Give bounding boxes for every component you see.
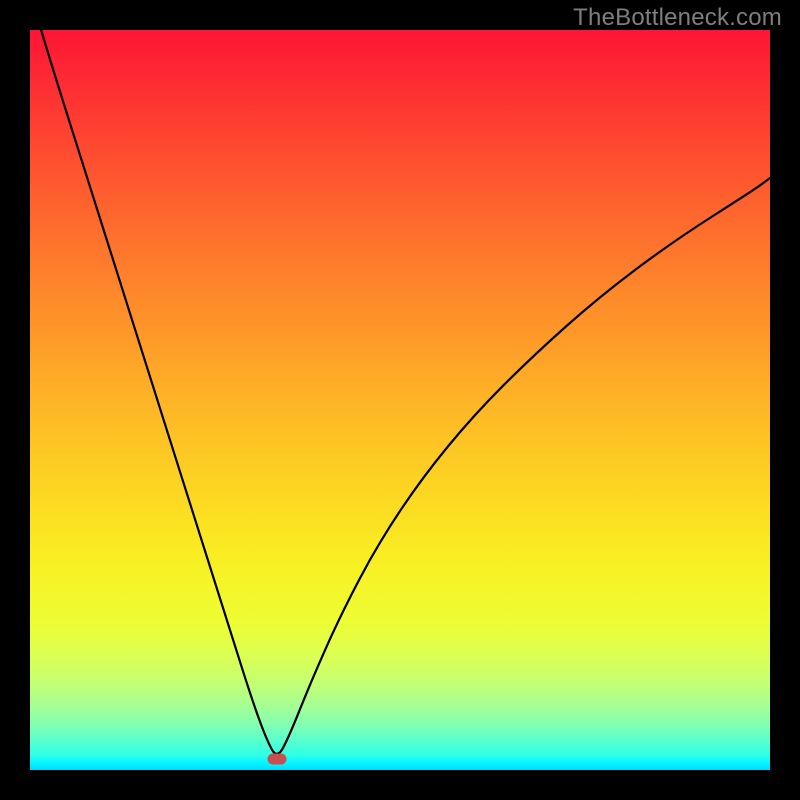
- bottleneck-curve-path: [30, 30, 770, 754]
- bottleneck-curve: [30, 30, 770, 770]
- plot-area: [30, 30, 770, 770]
- watermark-text: TheBottleneck.com: [573, 4, 782, 32]
- minimum-marker: [268, 753, 287, 764]
- chart-container: TheBottleneck.com: [0, 0, 800, 800]
